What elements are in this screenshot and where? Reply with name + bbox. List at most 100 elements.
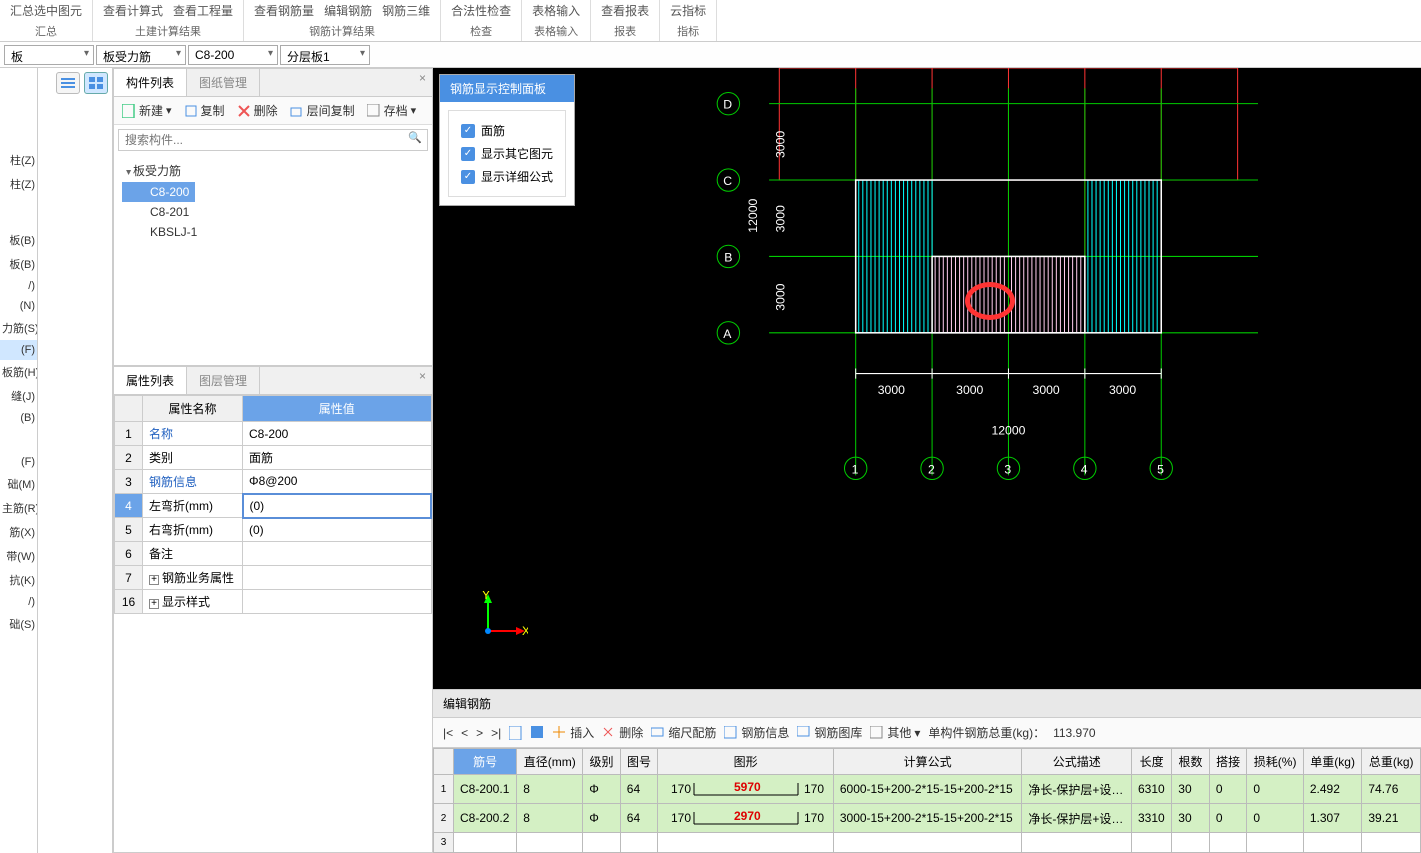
scale-button[interactable]: 缩尺配筋 — [651, 724, 716, 741]
sidebar-item[interactable]: 板筋(H) — [0, 360, 37, 384]
last-icon[interactable]: >| — [491, 726, 501, 740]
rebar-lap[interactable]: 0 — [1209, 775, 1247, 804]
checkbox-icon[interactable]: ✓ — [461, 147, 475, 161]
sidebar-item[interactable]: 力筋(S) — [0, 316, 37, 340]
row-num[interactable]: 2 — [434, 804, 454, 833]
empty-cell[interactable] — [1172, 833, 1210, 853]
ribbon-item[interactable]: 钢筋三维 — [382, 2, 430, 19]
prop-value[interactable] — [243, 590, 432, 614]
sidebar-item[interactable] — [0, 220, 37, 228]
sidebar-item[interactable]: 柱(Z) — [0, 172, 37, 196]
tab-property-list[interactable]: 属性列表 — [114, 367, 187, 394]
first-icon[interactable]: |< — [443, 726, 453, 740]
prop-value[interactable] — [243, 566, 432, 590]
rebar-fig[interactable]: 64 — [620, 804, 658, 833]
prop-row-num[interactable]: 5 — [115, 518, 143, 542]
info-button[interactable]: 钢筋信息 — [724, 724, 789, 741]
search-input[interactable] — [118, 129, 428, 151]
rebar-len[interactable]: 6310 — [1132, 775, 1172, 804]
sidebar-item[interactable]: (N) — [0, 296, 37, 316]
rebar-id[interactable]: C8-200.2 — [454, 804, 517, 833]
floor-copy-button[interactable]: 层间复制 — [286, 100, 359, 121]
prop-value[interactable]: C8-200 — [243, 422, 432, 446]
drawing-canvas[interactable]: D C B A 1 2 3 4 5 12000 3000 3000 — [433, 68, 1421, 516]
rebar-id[interactable]: C8-200.1 — [454, 775, 517, 804]
ribbon-item[interactable]: 编辑钢筋 — [324, 2, 372, 19]
delete-button[interactable]: 删除 — [233, 100, 282, 121]
item-dropdown[interactable]: C8-200 — [188, 45, 278, 65]
rebar-desc[interactable]: 净长-保护层+设… — [1022, 804, 1132, 833]
rebar-total[interactable]: 39.21 — [1362, 804, 1421, 833]
sidebar-item[interactable] — [0, 204, 37, 212]
prop-row-num[interactable]: 4 — [115, 494, 143, 518]
empty-cell[interactable] — [1209, 833, 1247, 853]
prop-row-num[interactable]: 3 — [115, 470, 143, 494]
rebar-col-header[interactable]: 总重(kg) — [1362, 749, 1421, 775]
sidebar-item[interactable]: 柱(Z) — [0, 148, 37, 172]
sidebar-item[interactable] — [0, 428, 37, 436]
layer-dropdown[interactable]: 分层板1 — [280, 45, 370, 65]
empty-cell[interactable] — [1132, 833, 1172, 853]
rebar-unit[interactable]: 1.307 — [1303, 804, 1362, 833]
row-num[interactable]: 3 — [434, 833, 454, 853]
prop-row-num[interactable]: 16 — [115, 590, 143, 614]
sidebar-item[interactable]: 缝(J) — [0, 384, 37, 408]
rebar-col-header[interactable]: 筋号 — [454, 749, 517, 775]
ribbon-item[interactable]: 查看钢筋量 — [254, 2, 314, 19]
sidebar-item[interactable]: 带(W) — [0, 544, 37, 568]
sidebar-item[interactable]: /) — [0, 592, 37, 612]
rebar-col-header[interactable]: 级别 — [583, 749, 621, 775]
rebar-dia[interactable]: 8 — [517, 775, 583, 804]
ribbon-item[interactable]: 查看工程量 — [173, 2, 233, 19]
prop-value[interactable] — [243, 542, 432, 566]
new-button[interactable]: 新建 ▾ — [118, 100, 176, 121]
empty-cell[interactable] — [833, 833, 1022, 853]
tab-layer-mgmt[interactable]: 图层管理 — [187, 367, 260, 394]
empty-cell[interactable] — [583, 833, 621, 853]
other-button[interactable]: 其他 ▾ — [870, 724, 920, 741]
sidebar-item[interactable] — [0, 436, 37, 444]
tree-item[interactable]: KBSLJ-1 — [122, 222, 424, 242]
save-icon[interactable] — [531, 726, 545, 740]
row-num[interactable]: 1 — [434, 775, 454, 804]
tree-parent[interactable]: 板受力筋 — [122, 159, 424, 182]
rebar-col-header[interactable]: 图号 — [620, 749, 658, 775]
tab-drawing-mgmt[interactable]: 图纸管理 — [187, 69, 260, 96]
rebar-grade[interactable]: Φ — [583, 775, 621, 804]
ribbon-item[interactable]: 云指标 — [670, 2, 706, 19]
rebar-grade[interactable]: Φ — [583, 804, 621, 833]
sidebar-item[interactable]: (F) — [0, 340, 37, 360]
empty-cell[interactable] — [517, 833, 583, 853]
list-view-button[interactable] — [56, 72, 80, 94]
sidebar-item[interactable]: 筋(X) — [0, 520, 37, 544]
category-dropdown[interactable]: 板 — [4, 45, 94, 65]
sidebar-item[interactable]: (B) — [0, 408, 37, 428]
doc-icon[interactable] — [509, 726, 523, 740]
rebar-shape[interactable]: 1705970170 — [658, 775, 834, 804]
empty-cell[interactable] — [658, 833, 834, 853]
prop-value[interactable]: 面筋 — [243, 446, 432, 470]
sidebar-item[interactable]: 板(B) — [0, 228, 37, 252]
rebar-loss[interactable]: 0 — [1247, 775, 1303, 804]
prop-row-num[interactable]: 1 — [115, 422, 143, 446]
rebar-col-header[interactable]: 损耗(%) — [1247, 749, 1303, 775]
ribbon-item[interactable]: 合法性检查 — [451, 2, 511, 19]
delete-button[interactable]: 删除 — [602, 724, 643, 741]
rebar-total[interactable]: 74.76 — [1362, 775, 1421, 804]
rebar-col-header[interactable]: 计算公式 — [833, 749, 1022, 775]
sidebar-item[interactable]: (F) — [0, 452, 37, 472]
rebar-desc[interactable]: 净长-保护层+设… — [1022, 775, 1132, 804]
insert-button[interactable]: 插入 — [553, 724, 594, 741]
rebar-lap[interactable]: 0 — [1209, 804, 1247, 833]
sidebar-item[interactable]: 础(M) — [0, 472, 37, 496]
rebar-cnt[interactable]: 30 — [1172, 775, 1210, 804]
empty-cell[interactable] — [1022, 833, 1132, 853]
rebar-len[interactable]: 3310 — [1132, 804, 1172, 833]
rebar-col-header[interactable]: 单重(kg) — [1303, 749, 1362, 775]
sidebar-item[interactable] — [0, 196, 37, 204]
rebar-formula[interactable]: 3000-15+200-2*15-15+200-2*15 — [833, 804, 1022, 833]
close-icon[interactable]: × — [413, 69, 432, 96]
prop-value[interactable]: (0) — [243, 494, 432, 518]
ribbon-item[interactable]: 汇总选中图元 — [10, 2, 82, 19]
close-icon[interactable]: × — [413, 367, 432, 394]
